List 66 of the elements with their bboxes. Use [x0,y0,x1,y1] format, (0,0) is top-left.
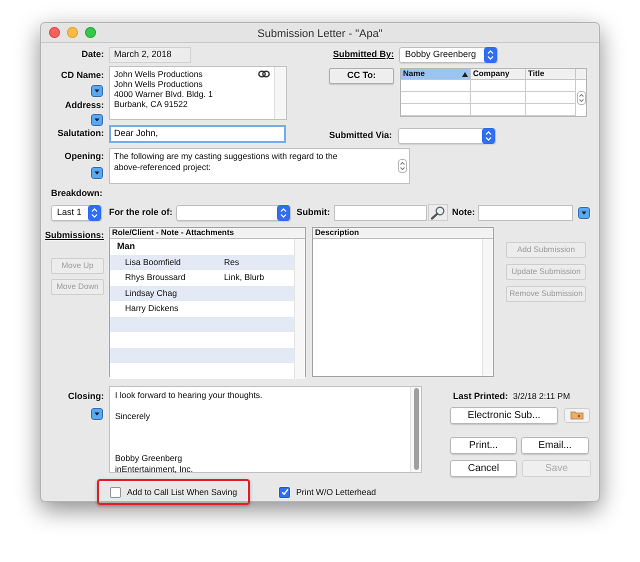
window-title: Submission Letter - "Apa" [257,28,383,40]
field-label: Submit: [296,206,330,219]
push-button[interactable]: Cancel [450,460,517,476]
field-label: Last Printed: [453,390,508,403]
closing-text-area[interactable]: I look forward to hearing your thoughts. Sincerely Bobby Greenberg inEntertainment, Inc. [109,386,422,473]
stepper-icon [482,128,495,144]
stepper-icon [276,204,290,220]
field-label: Breakdown: [51,187,103,200]
list-row[interactable]: Lindsay Chag [110,286,294,301]
push-button[interactable]: Electronic Sub... [450,406,558,424]
scrollbar-track [274,67,286,119]
text-paragraph: Bobby Greenberg inEntertainment, Inc. [115,453,194,475]
submit-field[interactable] [334,204,427,220]
zoom-button[interactable] [85,27,96,38]
folder-icon [570,410,584,420]
salutation-field[interactable]: Dear John, [109,125,286,143]
address-line: John Wells Productions [114,79,203,89]
opening-text-area[interactable]: The following are my casting suggestions with regard to the above-referenced project: [109,148,410,184]
checkbox[interactable] [110,486,121,498]
column-header[interactable]: Name [401,69,471,79]
stepper-icon [88,204,101,220]
submitted-by-dropdown[interactable]: Bobby Greenberg [399,47,498,63]
field-label: Closing: [68,390,104,403]
cc-to-button[interactable]: CC To: [329,68,394,84]
field-label: Note: [452,206,475,219]
field-label: Date: [81,48,104,62]
address-box[interactable]: John Wells Productions John Wells Productions 4000 Warner Blvd. Bldg. 1 Burbank, CA 91522 [109,66,287,120]
scrollbar-thumb[interactable] [414,388,418,470]
field-label: CD Name: [60,69,104,82]
date-field: March 2, 2018 [109,47,191,63]
scroll-arrows-icon[interactable] [577,91,586,105]
push-button[interactable]: Email... [521,436,589,454]
group-row[interactable]: Man [117,240,135,254]
last-printed-value: 3/2/18 2:11 PM [513,390,570,404]
list-row[interactable]: Lisa Boomfield Res [110,254,294,270]
field-label: Submissions: [44,229,104,242]
address-line: John Wells Productions [114,69,203,79]
field-label: For the role of: [109,206,172,219]
column-header[interactable]: Title [526,69,576,79]
note-field[interactable] [478,204,573,220]
address-line: 4000 Warner Blvd. Bldg. 1 [114,89,213,99]
checkbox-label: Print W/O Letterhead [296,486,376,498]
field-label: Opening: [64,150,104,163]
search-button[interactable] [428,204,448,221]
text-line: The following are my casting suggestions with regard to the [114,151,338,162]
stepper-icon [484,47,497,63]
link-icon[interactable] [258,70,270,78]
checkbox[interactable] [279,486,290,498]
sort-ascending-icon [462,72,468,76]
close-button[interactable] [49,27,60,38]
text-line: above-referenced project: [114,162,212,173]
checkbox-label: Add to Call List When Saving [127,486,238,498]
column-header[interactable]: Company [471,69,526,79]
folder-button[interactable] [564,408,590,422]
breakdown-dropdown[interactable]: Last 1 [51,204,102,220]
scroll-arrows-icon[interactable] [398,159,407,173]
field-label: Submitted By: [332,48,394,62]
field-label: Submitted Via: [329,129,392,142]
role-dropdown[interactable] [176,204,290,220]
field-label: Address: [64,98,104,112]
address-line: Burbank, CA 91522 [114,99,188,109]
submitted-via-dropdown[interactable] [398,128,496,144]
push-button[interactable]: Print... [450,436,517,454]
text-paragraph: Sincerely [115,411,151,422]
text-paragraph: I look forward to hearing your thoughts. [115,390,264,401]
field-label: Salutation: [58,127,104,140]
